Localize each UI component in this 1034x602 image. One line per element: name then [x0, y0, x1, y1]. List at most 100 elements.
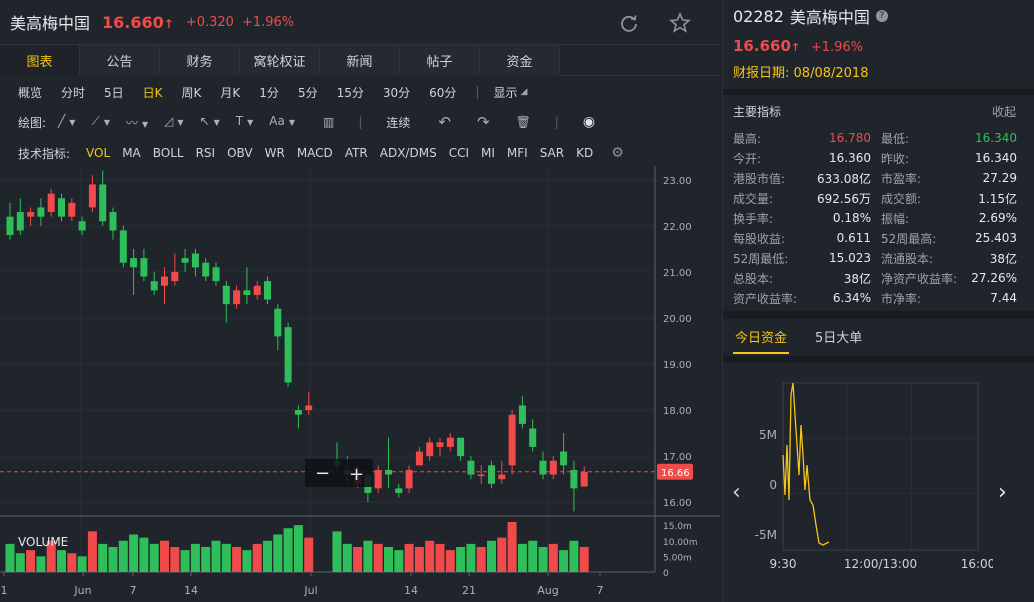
- period-6[interactable]: 1分: [259, 84, 279, 101]
- period-5[interactable]: 月K: [220, 84, 240, 101]
- stock-title: 美高梅中国: [10, 14, 91, 33]
- candle-body: [518, 405, 526, 424]
- indicator-8[interactable]: ADX/DMS: [380, 146, 437, 160]
- period-10[interactable]: 60分: [429, 84, 456, 101]
- continuous-toggle[interactable]: 连续: [386, 114, 410, 131]
- indicator-5[interactable]: WR: [265, 146, 285, 160]
- metric-row: 今开: 16.360 昨收: 16.340: [733, 148, 1017, 168]
- fund-tab-1[interactable]: 5日大单: [813, 325, 864, 354]
- volume-tick-label: 10.00m: [663, 538, 698, 548]
- chevron-down-icon: ▼: [247, 117, 254, 127]
- tab-1[interactable]: 公告: [80, 45, 160, 76]
- period-7[interactable]: 5分: [298, 84, 318, 101]
- period-9[interactable]: 30分: [383, 84, 410, 101]
- indicator-7[interactable]: ATR: [345, 146, 368, 160]
- metric-value: 0.611: [836, 231, 871, 245]
- font-size-tool-icon[interactable]: Aa ▼: [269, 114, 295, 131]
- candle-body: [305, 405, 313, 411]
- volume-bar: [180, 550, 190, 572]
- fund-y-tick: 0: [769, 478, 777, 492]
- indicator-2[interactable]: BOLL: [153, 146, 184, 160]
- fund-tab-0[interactable]: 今日资金: [733, 325, 790, 354]
- up-arrow-icon: ↑: [163, 16, 174, 31]
- indicator-12[interactable]: SAR: [540, 146, 564, 160]
- metric-label: 今开:: [733, 151, 762, 166]
- metric-label: 市净率:: [881, 291, 922, 306]
- refresh-icon[interactable]: [618, 12, 640, 34]
- quote-header: 美高梅中国 16.660↑ +0.320 +1.96%: [0, 0, 720, 44]
- metric-label: 最高:: [733, 131, 762, 146]
- kline-chart[interactable]: 23.00 22.00 21.00 20.00 19.00 18.00 17.00 16.00…: [0, 166, 720, 602]
- volume-bar: [67, 553, 77, 572]
- period-4[interactable]: 周K: [182, 84, 202, 101]
- display-dropdown[interactable]: 显示: [493, 84, 517, 101]
- divider: [723, 356, 1034, 362]
- volume-bar: [26, 550, 36, 572]
- volume-bar: [538, 547, 548, 572]
- period-2[interactable]: 5日: [104, 84, 124, 101]
- metric-value: 633.08亿: [817, 171, 871, 186]
- indicator-0[interactable]: VOL: [86, 146, 110, 160]
- star-icon[interactable]: [669, 12, 691, 34]
- divider: [723, 311, 1034, 319]
- metric-row: 换手率: 0.18% 振幅: 2.69%: [733, 208, 1017, 228]
- indicator-10[interactable]: MI: [481, 146, 495, 160]
- candle-body: [446, 437, 454, 447]
- redo-icon[interactable]: ↷: [477, 113, 490, 131]
- candle-body: [529, 428, 537, 447]
- undo-icon[interactable]: ↶: [438, 113, 451, 131]
- help-icon[interactable]: ?: [875, 10, 888, 22]
- measure-tool-icon[interactable]: ◿ ▼: [164, 114, 183, 131]
- metric-value: 15.023: [829, 251, 871, 265]
- period-8[interactable]: 15分: [337, 84, 364, 101]
- wave-tool-icon[interactable]: 〰 ▼: [126, 114, 148, 131]
- bar-tool-icon[interactable]: ▥: [323, 115, 334, 129]
- tab-4[interactable]: 新闻: [320, 45, 400, 76]
- line-tool-icon[interactable]: ╱ ▼: [58, 114, 75, 131]
- tab-3[interactable]: 窝轮权证: [240, 45, 320, 76]
- zoom-out-icon[interactable]: −: [315, 463, 330, 484]
- volume-bar: [87, 531, 97, 572]
- candle-body: [88, 184, 96, 208]
- indicator-1[interactable]: MA: [122, 146, 141, 160]
- volume-bar: [221, 543, 231, 572]
- settings-gear-icon[interactable]: ⚙: [611, 145, 624, 161]
- candle-body: [161, 276, 168, 286]
- text-tool-icon[interactable]: T ▼: [236, 114, 254, 131]
- period-0[interactable]: 概览: [18, 84, 42, 101]
- candle-body: [457, 437, 465, 457]
- indicator-9[interactable]: CCI: [449, 146, 469, 160]
- volume-bar: [139, 537, 149, 572]
- trash-icon[interactable]: 🗑: [516, 115, 531, 129]
- volume-tick-label: 0: [663, 569, 669, 579]
- volume-bar: [559, 550, 569, 572]
- right-up-arrow-icon: ↑: [790, 41, 801, 54]
- arrow-tool-icon[interactable]: ↖ ▼: [200, 114, 220, 131]
- prev-arrow-icon[interactable]: ‹: [732, 480, 741, 505]
- tab-5[interactable]: 帖子: [400, 45, 480, 76]
- candle-body: [150, 281, 158, 291]
- tab-6[interactable]: 资金: [480, 45, 560, 76]
- eye-icon[interactable]: ◉: [583, 114, 595, 130]
- indicator-13[interactable]: KD: [576, 146, 593, 160]
- period-1[interactable]: 分时: [61, 84, 85, 101]
- indicator-6[interactable]: MACD: [297, 146, 333, 160]
- metric-value: 16.360: [829, 151, 871, 165]
- metric-row: 成交量: 692.56万 成交额: 1.15亿: [733, 188, 1017, 208]
- indicator-11[interactable]: MFI: [507, 146, 528, 160]
- next-arrow-icon[interactable]: ›: [998, 480, 1007, 505]
- indicator-4[interactable]: OBV: [227, 146, 253, 160]
- candle-body: [78, 221, 86, 231]
- zoom-in-icon[interactable]: +: [349, 464, 364, 485]
- tab-2[interactable]: 财务: [160, 45, 240, 76]
- volume-bar: [77, 556, 87, 572]
- period-3[interactable]: 日K: [143, 84, 163, 101]
- collapse-button[interactable]: 收起: [992, 103, 1016, 120]
- fund-tabs: 今日资金 5日大单: [733, 325, 888, 354]
- multi-line-tool-icon[interactable]: ⟋ ▼: [91, 114, 110, 131]
- indicator-3[interactable]: RSI: [196, 146, 216, 160]
- tab-0[interactable]: 图表: [0, 45, 80, 76]
- volume-bar: [548, 543, 558, 572]
- metric-row: 总股本: 38亿 净资产收益率: 27.26%: [733, 268, 1017, 288]
- candle-body: [498, 474, 506, 480]
